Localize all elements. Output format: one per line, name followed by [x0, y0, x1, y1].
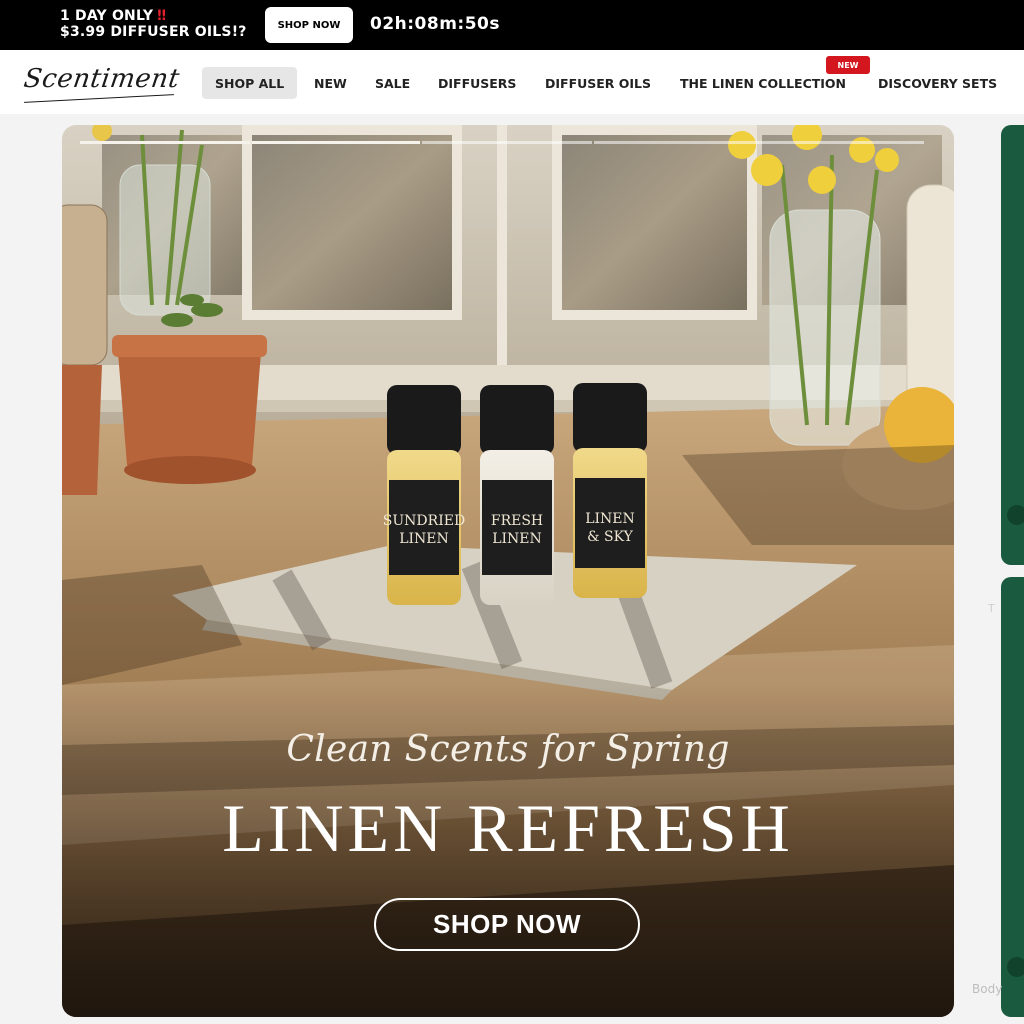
slide-indicator-1[interactable]: [80, 141, 250, 144]
next-slide-card-2[interactable]: [1001, 577, 1024, 1017]
countdown-timer: 02h:08m:50s: [370, 14, 501, 34]
promo-shop-now-button[interactable]: SHOP NOW: [265, 7, 353, 43]
hero-banner[interactable]: SUNDRIED LINEN FRESH LINEN LINEN & SKY C…: [62, 125, 954, 1017]
slide-indicator-4[interactable]: [594, 141, 924, 144]
clover-icon: [1007, 505, 1024, 525]
bottle-3-label: LINEN: [585, 511, 635, 527]
main-nav: Scentiment SHOP ALL NEW SALE DIFFUSERS D…: [0, 50, 1024, 114]
slide-indicator-2[interactable]: [252, 141, 420, 144]
nav-discovery-sets[interactable]: DISCOVERY SETS: [878, 67, 997, 99]
promo-line-2: $3.99 DIFFUSER OILS!?: [60, 24, 247, 40]
bottle-group: [387, 383, 647, 605]
nav-diffusers[interactable]: DIFFUSERS: [438, 67, 516, 99]
promo-message: 1 DAY ONLY ‼ $3.99 DIFFUSER OILS!?: [60, 8, 247, 40]
hero-shop-now-button[interactable]: SHOP NOW: [374, 898, 640, 951]
nav-sale[interactable]: SALE: [375, 67, 410, 99]
faint-side-text: T: [988, 602, 995, 615]
hero-tagline: Clean Scents for Spring: [286, 729, 730, 770]
bottle-1-label: SUNDRIED: [383, 513, 465, 529]
nav-diffuser-oils[interactable]: DIFFUSER OILS: [545, 67, 651, 99]
brand-logo[interactable]: Scentiment: [22, 64, 182, 94]
bottle-2-label-2: LINEN: [492, 531, 542, 547]
bottle-2-label: FRESH: [491, 513, 543, 529]
nav-linen-collection[interactable]: THE LINEN COLLECTION: [680, 67, 846, 99]
nav-shop-all[interactable]: SHOP ALL: [202, 67, 298, 99]
hero-image: SUNDRIED LINEN FRESH LINEN LINEN & SKY: [62, 125, 954, 1017]
faint-body-text: Body: [972, 982, 1003, 996]
bottle-3-label-2: & SKY: [587, 529, 634, 545]
logo-underline: [24, 94, 174, 103]
next-slide-card[interactable]: [1001, 125, 1024, 565]
slide-indicator-3[interactable]: [422, 141, 592, 144]
new-badge: NEW: [826, 56, 870, 74]
hero-headline: LINEN REFRESH: [222, 790, 794, 866]
alert-icon: ‼: [157, 8, 167, 24]
nav-new[interactable]: NEW: [314, 67, 347, 99]
bottle-1-label-2: LINEN: [399, 531, 449, 547]
promo-line-1: 1 DAY ONLY: [60, 8, 154, 24]
clover-icon: [1007, 957, 1024, 977]
promo-bar: 1 DAY ONLY ‼ $3.99 DIFFUSER OILS!? SHOP N…: [0, 0, 1024, 50]
